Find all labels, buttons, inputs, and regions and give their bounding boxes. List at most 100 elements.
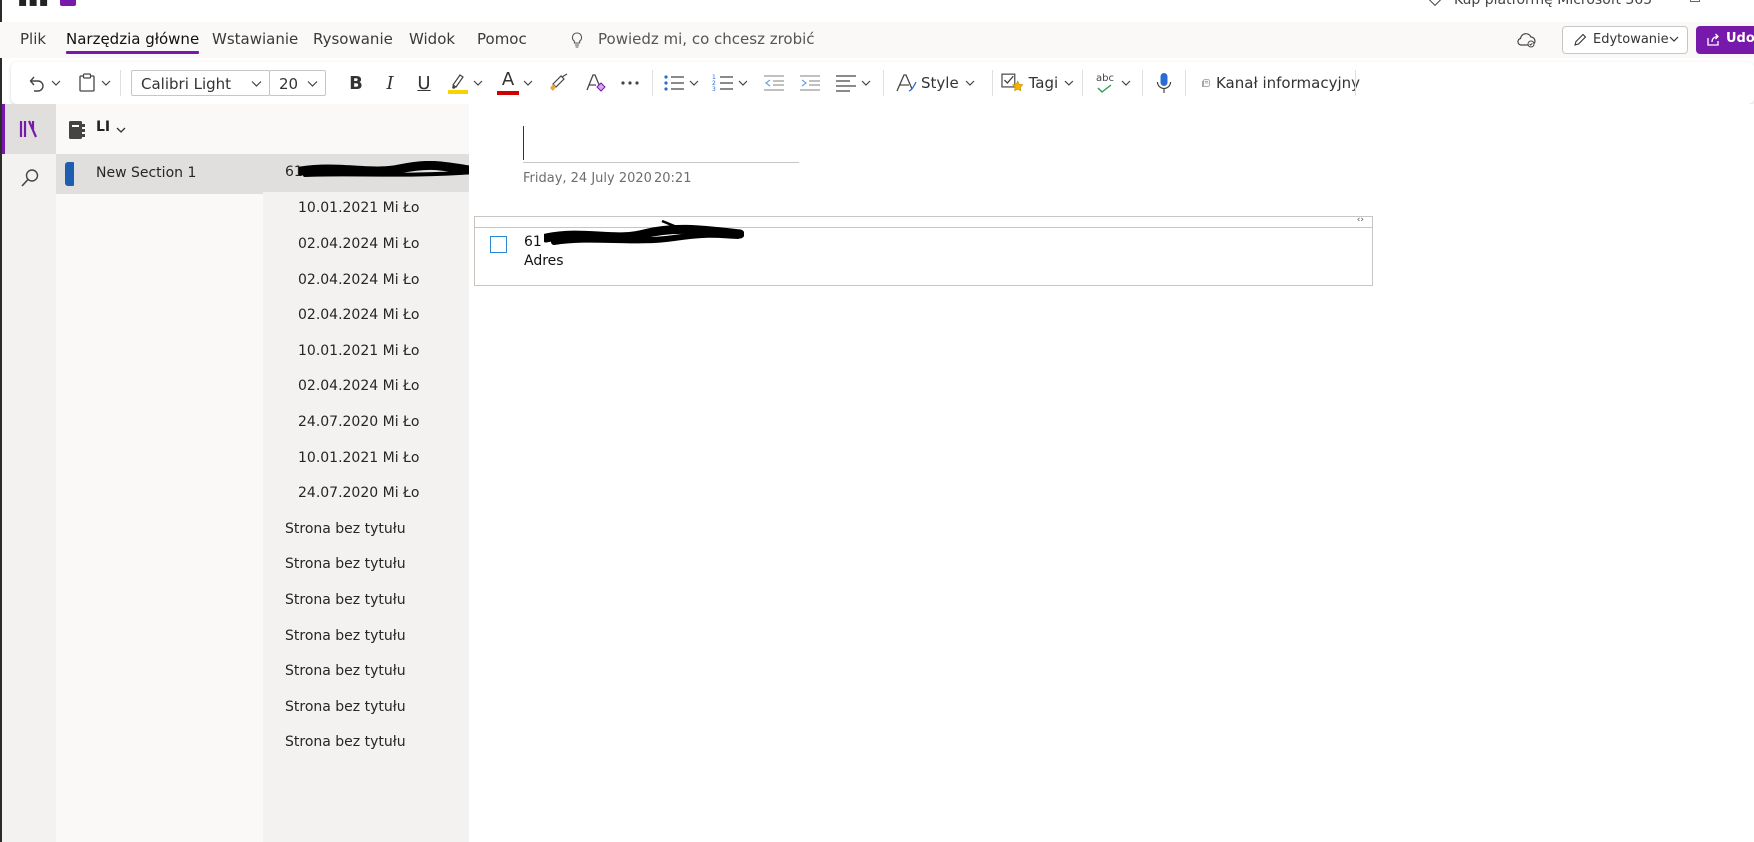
page-item[interactable]: 02.04.2024 Mi Ło [263, 226, 469, 264]
tab-file[interactable]: Plik [20, 30, 46, 48]
bullet-list-icon [664, 75, 684, 91]
highlight-button[interactable] [445, 62, 471, 104]
note-container[interactable]: ‹› 61 Adres [474, 215, 1373, 286]
chevron-down-icon [738, 80, 748, 86]
page-item[interactable]: Strona bez tytułu [263, 689, 469, 727]
decrease-indent-icon [764, 75, 784, 91]
tab-help[interactable]: Pomoc [477, 30, 527, 48]
page-title-input[interactable] [523, 162, 799, 163]
italic-button[interactable]: I [375, 62, 405, 104]
lightbulb-icon [571, 32, 583, 48]
todo-checkbox[interactable] [490, 236, 507, 253]
bullets-dropdown[interactable] [687, 62, 701, 104]
page-item[interactable]: Strona bez tytułu [263, 724, 469, 762]
numbered-list-icon: 1 2 3 [712, 74, 733, 92]
styles-icon [896, 74, 917, 92]
clear-formatting-button[interactable] [582, 62, 608, 104]
onenote-logo-icon [60, 0, 76, 6]
clipboard-dropdown[interactable] [99, 62, 113, 104]
notebooks-icon[interactable] [19, 119, 41, 139]
page-item[interactable]: 10.01.2021 Mi Ło [263, 440, 469, 478]
tags-button[interactable]: Tagi [991, 62, 1074, 104]
underline-button[interactable]: U [409, 62, 439, 104]
undo-button[interactable] [23, 62, 49, 104]
page-item[interactable]: Strona bez tytułu [263, 546, 469, 584]
align-button[interactable] [833, 62, 859, 104]
separator [120, 70, 121, 96]
selection-indicator [2, 104, 5, 154]
bold-button[interactable]: B [341, 62, 371, 104]
clipboard-button[interactable] [75, 62, 99, 104]
format-painter-button[interactable] [548, 62, 574, 104]
tell-me-search[interactable]: Powiedz mi, co chcesz zrobić [598, 30, 815, 48]
resize-icon[interactable]: ‹› [1357, 215, 1364, 225]
font-color-letter: A [501, 69, 515, 90]
dictate-button[interactable] [1151, 62, 1177, 104]
numbering-button[interactable]: 1 2 3 [710, 62, 736, 104]
page-item[interactable]: 02.04.2024 Mi Ło [263, 368, 469, 406]
note-line[interactable]: 61 [524, 219, 744, 250]
restore-window-icon[interactable] [1690, 0, 1700, 2]
page-label: 02.04.2024 Mi Ło [298, 307, 420, 323]
chevron-down-icon [1669, 36, 1679, 42]
pencil-icon [1574, 33, 1587, 46]
note-line-2[interactable]: Adres [524, 253, 564, 269]
increase-indent-button[interactable] [797, 62, 823, 104]
spelling-dropdown[interactable] [1119, 62, 1133, 104]
page-label: 24.07.2020 Mi Ło [298, 414, 420, 430]
page-item[interactable]: Strona bez tytułu [263, 582, 469, 620]
page-item[interactable]: 61 [263, 154, 479, 192]
font-color-button[interactable]: A [495, 62, 521, 104]
page-item[interactable]: 02.04.2024 Mi Ło [263, 262, 469, 300]
separator [883, 70, 884, 96]
page-item[interactable]: 24.07.2020 Mi Ło [263, 475, 469, 513]
spelling-button[interactable]: abc [1091, 62, 1119, 104]
page-item[interactable]: 10.01.2021 Mi Ło [263, 333, 469, 371]
styles-button[interactable]: Style [895, 62, 985, 104]
tab-view[interactable]: Widok [409, 30, 455, 48]
page-label: Strona bez tytułu [285, 663, 406, 679]
notebook-header[interactable]: LI [56, 104, 469, 154]
highlight-dropdown[interactable] [471, 62, 485, 104]
app-launcher-icon[interactable]: ▪▪▪ [18, 0, 49, 10]
notebook-icon [69, 121, 85, 139]
page-item[interactable]: 10.01.2021 Mi Ło [263, 190, 469, 228]
page-item[interactable]: 24.07.2020 Mi Ło [263, 404, 469, 442]
tab-draw[interactable]: Rysowanie [313, 30, 393, 48]
chevron-down-icon [1064, 80, 1074, 86]
font-color-dropdown[interactable] [521, 62, 535, 104]
bold-label: B [349, 72, 363, 94]
styles-label: Style [921, 74, 959, 92]
font-size-dropdown[interactable]: 20 [269, 70, 326, 96]
editing-mode-button[interactable]: Edytowanie [1562, 26, 1688, 54]
page-canvas[interactable]: Friday, 24 July 2020 20:21 ‹› 61 Adres [469, 104, 1754, 842]
more-options-button[interactable] [617, 62, 643, 104]
page-item[interactable]: Strona bez tytułu [263, 653, 469, 691]
align-dropdown[interactable] [859, 62, 873, 104]
text-cursor [523, 126, 524, 160]
diamond-icon [1427, 0, 1443, 7]
tab-home[interactable]: Narzędzia główne [66, 30, 200, 54]
page-item[interactable]: Strona bez tytułu [263, 618, 469, 656]
sync-cloud-icon[interactable] [1515, 32, 1537, 48]
align-left-icon [836, 75, 856, 92]
page-label: 10.01.2021 Mi Ło [298, 450, 420, 466]
chevron-down-icon [307, 81, 318, 87]
font-name-dropdown[interactable]: Calibri Light [131, 70, 270, 96]
search-icon[interactable] [20, 168, 40, 188]
tab-insert[interactable]: Wstawianie [212, 30, 298, 48]
chevron-down-icon [861, 80, 871, 86]
share-label: Udos [1726, 31, 1754, 46]
decrease-indent-button[interactable] [761, 62, 787, 104]
share-button[interactable]: Udos [1696, 26, 1754, 54]
editing-mode-label: Edytowanie [1593, 32, 1669, 47]
numbering-dropdown[interactable] [736, 62, 750, 104]
undo-dropdown[interactable] [49, 62, 63, 104]
activity-feed-button[interactable]: Kanał informacyjny [1190, 62, 1360, 104]
page-item[interactable]: Strona bez tytułu [263, 511, 469, 549]
section-item[interactable]: New Section 1 [56, 154, 263, 194]
note-line-1: 61 [524, 234, 542, 250]
premium-link[interactable]: Kup platformę Microsoft 365 [1454, 0, 1652, 8]
bullets-button[interactable] [661, 62, 687, 104]
page-item[interactable]: 02.04.2024 Mi Ło [263, 297, 469, 335]
